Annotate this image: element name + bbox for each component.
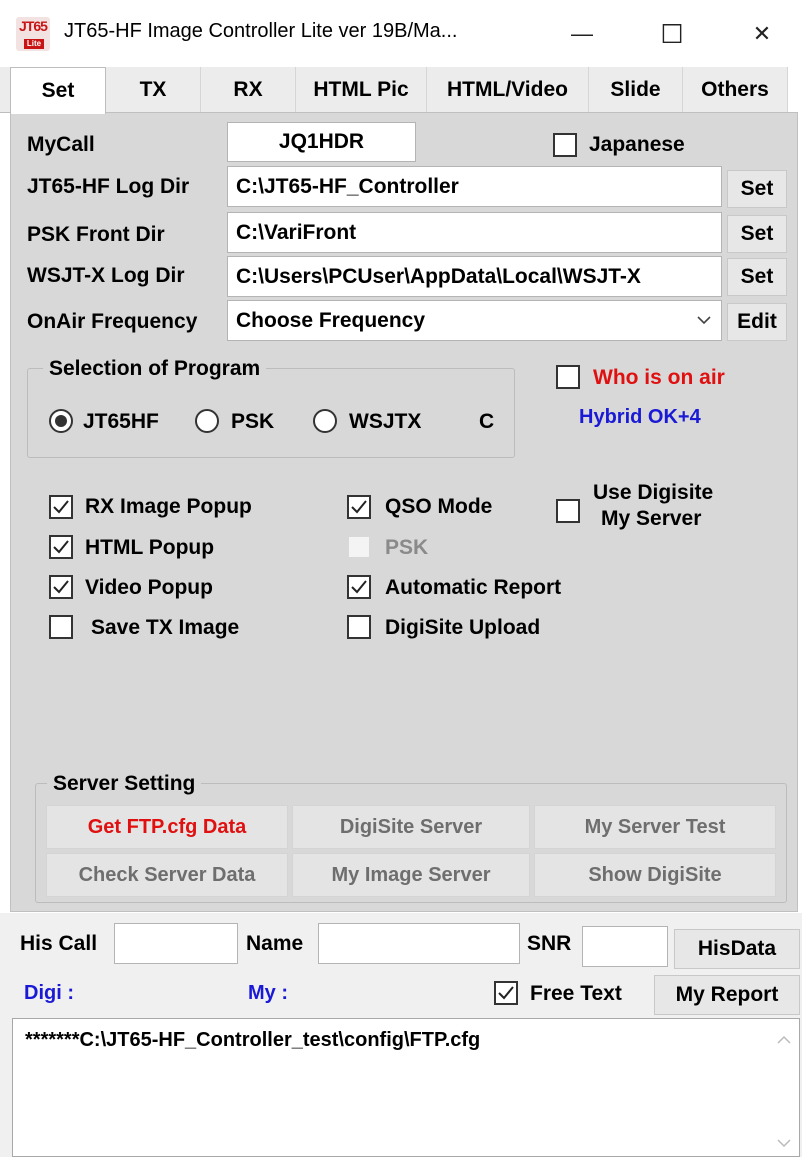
psk-dir-field[interactable]: C:\VariFront	[227, 212, 722, 253]
close-icon[interactable]: ✕	[742, 14, 782, 54]
tab-set[interactable]: Set	[10, 67, 106, 114]
my-server-test-button[interactable]: My Server Test	[534, 805, 776, 849]
window-title: JT65-HF Image Controller Lite ver 19B/Ma…	[64, 20, 458, 42]
server-setting-title: Server Setting	[47, 772, 202, 796]
wsjtx-dir-label: WSJT-X Log Dir	[27, 264, 185, 287]
check-icon	[351, 580, 367, 594]
automatic-report-checkbox[interactable]	[347, 575, 371, 599]
digisite-server-button[interactable]: DigiSite Server	[292, 805, 530, 849]
html-popup-label: HTML Popup	[85, 536, 215, 559]
automatic-report-label: Automatic Report	[385, 576, 562, 599]
radio-jt65hf[interactable]	[49, 409, 73, 433]
digisite-upload-checkbox[interactable]	[347, 615, 371, 639]
tab-html-pic[interactable]: HTML Pic	[296, 67, 427, 113]
my-report-button[interactable]: My Report	[654, 975, 800, 1015]
psk-checkbox	[347, 535, 371, 559]
video-popup-checkbox[interactable]	[49, 575, 73, 599]
tab-slide[interactable]: Slide	[589, 67, 683, 113]
mycall-field[interactable]: JQ1HDR	[227, 122, 416, 162]
scroll-up-icon[interactable]	[777, 1035, 791, 1045]
log-dir-label: JT65-HF Log Dir	[27, 175, 190, 198]
wsjtx-dir-set-button[interactable]: Set	[727, 258, 787, 296]
html-popup-checkbox[interactable]	[49, 535, 73, 559]
tab-html-video[interactable]: HTML/Video	[427, 67, 589, 113]
log-text-line: *******C:\JT65-HF_Controller_test\config…	[25, 1029, 481, 1051]
set-tab-panel: MyCall JQ1HDR Japanese JT65-HF Log Dir C…	[10, 112, 798, 912]
check-icon	[498, 986, 514, 1000]
tab-others[interactable]: Others	[683, 67, 788, 113]
check-icon	[53, 500, 69, 514]
psk-dir-label: PSK Front Dir	[27, 223, 165, 246]
log-dir-field[interactable]: C:\JT65-HF_Controller	[227, 166, 722, 207]
use-digisite-checkbox[interactable]	[556, 499, 580, 523]
radio-wsjtx[interactable]	[313, 409, 337, 433]
rx-image-popup-checkbox[interactable]	[49, 495, 73, 519]
radio-jt65hf-label: JT65HF	[83, 410, 159, 433]
app-logo-subtext: Lite	[24, 39, 44, 49]
wsjtx-dir-field[interactable]: C:\Users\PCUser\AppData\Local\WSJT-X	[227, 256, 722, 297]
maximize-icon[interactable]: ☐	[652, 14, 692, 54]
minimize-icon[interactable]: —	[562, 14, 602, 54]
who-on-air-checkbox[interactable]	[556, 365, 580, 389]
check-icon	[53, 540, 69, 554]
psk-label: PSK	[385, 536, 429, 559]
log-dir-set-button[interactable]: Set	[727, 170, 787, 208]
use-digisite-label-line1: Use Digisite	[593, 481, 714, 504]
onair-frequency-value: Choose Frequency	[236, 308, 426, 332]
show-digisite-button[interactable]: Show DigiSite	[534, 853, 776, 897]
title-bar: JT65 Lite JT65-HF Image Controller Lite …	[0, 0, 802, 66]
qso-mode-checkbox[interactable]	[347, 495, 371, 519]
app-logo-icon: JT65 Lite	[16, 17, 50, 51]
snr-label: SNR	[527, 932, 572, 955]
japanese-label: Japanese	[589, 133, 685, 156]
log-textarea[interactable]: *******C:\JT65-HF_Controller_test\config…	[12, 1018, 800, 1157]
check-server-data-button[interactable]: Check Server Data	[46, 853, 288, 897]
name-label: Name	[246, 932, 304, 955]
my-label: My :	[248, 982, 288, 1004]
radio-psk[interactable]	[195, 409, 219, 433]
program-selection-title: Selection of Program	[43, 357, 267, 381]
japanese-checkbox[interactable]	[553, 133, 577, 157]
hisdata-button[interactable]: HisData	[674, 929, 800, 969]
free-text-label: Free Text	[530, 982, 622, 1005]
use-digisite-label-line2: My Server	[601, 507, 702, 530]
scroll-down-icon[interactable]	[777, 1138, 791, 1148]
who-on-air-label: Who is on air	[593, 366, 725, 389]
save-tx-image-label: Save TX Image	[91, 616, 240, 639]
check-icon	[351, 500, 367, 514]
his-call-label: His Call	[20, 932, 98, 955]
digi-label: Digi :	[24, 982, 74, 1004]
tab-bar: Set TX RX HTML Pic HTML/Video Slide Othe…	[0, 67, 788, 114]
snr-field[interactable]	[582, 926, 668, 967]
edit-frequency-button[interactable]: Edit	[727, 303, 787, 341]
digisite-upload-label: DigiSite Upload	[385, 616, 541, 639]
free-text-checkbox[interactable]	[494, 981, 518, 1005]
program-trailing-text: C	[479, 410, 495, 433]
his-call-field[interactable]	[114, 923, 238, 964]
radio-wsjtx-label: WSJTX	[349, 410, 422, 433]
rx-image-popup-label: RX Image Popup	[85, 495, 252, 518]
name-field[interactable]	[318, 923, 520, 964]
chevron-down-icon	[697, 316, 711, 325]
qso-mode-label: QSO Mode	[385, 495, 493, 518]
video-popup-label: Video Popup	[85, 576, 213, 599]
radio-selected-dot	[55, 415, 67, 427]
onair-frequency-select[interactable]: Choose Frequency	[227, 300, 722, 341]
save-tx-image-checkbox[interactable]	[49, 615, 73, 639]
tab-tx[interactable]: TX	[106, 67, 201, 113]
mycall-label: MyCall	[27, 133, 95, 156]
tab-rx[interactable]: RX	[201, 67, 296, 113]
radio-psk-label: PSK	[231, 410, 275, 433]
get-ftp-cfg-button[interactable]: Get FTP.cfg Data	[46, 805, 288, 849]
psk-dir-set-button[interactable]: Set	[727, 215, 787, 253]
onair-frequency-label: OnAir Frequency	[27, 310, 198, 333]
app-logo-text: JT65	[19, 18, 48, 34]
check-icon	[53, 580, 69, 594]
hybrid-status: Hybrid OK+4	[579, 406, 701, 428]
my-image-server-button[interactable]: My Image Server	[292, 853, 530, 897]
